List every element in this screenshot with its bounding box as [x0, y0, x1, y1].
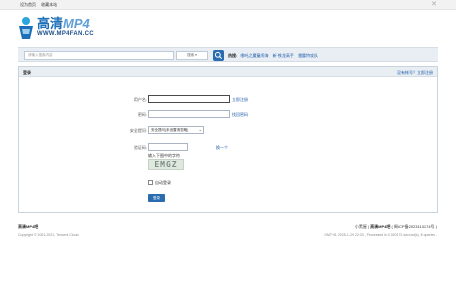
security-question-label: 安全提问:: [129, 128, 147, 133]
bookmark-link[interactable]: 收藏本站: [41, 2, 57, 7]
password-field[interactable]: [148, 110, 230, 118]
icp-link[interactable]: ( 闽ICP备2023113174号 ): [391, 224, 437, 229]
logo-brand: 高清MP4: [37, 16, 90, 31]
top-links: 设为首页 收藏本站: [20, 2, 61, 8]
footer-links: 小黑屋 | 高清MP4吧 ( 闽ICP备2023113174号 ): [354, 224, 437, 229]
footer-left: 高清MP4吧 Copyright © 2001-2021, Tencent Cl…: [18, 224, 79, 237]
footer-stats: GMT+8, 2025-1-29 22:33 , Processed in 0.…: [324, 233, 437, 237]
captcha-input[interactable]: [148, 143, 188, 151]
hot-search-item[interactable]: 哪吒之魔童闹海: [240, 53, 268, 58]
captcha-image[interactable]: EMGZ: [148, 159, 184, 170]
set-home-link[interactable]: 设为首页: [20, 2, 36, 7]
hot-search-item[interactable]: 新·铁龙高手: [273, 53, 294, 58]
close-icon[interactable]: ✕: [431, 0, 437, 9]
site-logo[interactable]: 高清MP4 WWW.MP4FAN.CC: [18, 16, 113, 42]
register-link[interactable]: 没有帐号？立即注册: [397, 70, 433, 76]
blacklist-link[interactable]: 小黑屋: [355, 224, 367, 229]
login-button[interactable]: 登录: [148, 194, 165, 202]
search-input[interactable]: 请输入搜索内容: [24, 51, 174, 60]
footer-site-link[interactable]: 高清MP4吧: [370, 224, 390, 229]
password-label: 密码:: [137, 112, 147, 117]
login-panel: 登录 没有帐号？立即注册 用户名: 立即注册 密码: 找回密码 安全提问: 安全…: [18, 66, 438, 213]
top-bar: 设为首页 收藏本站 ✕: [0, 0, 456, 10]
chevron-down-icon: ⌄: [198, 127, 202, 132]
register-now-link[interactable]: 立即注册: [232, 97, 248, 103]
search-type-select[interactable]: 搜索 ▾: [176, 51, 208, 60]
security-question-select[interactable]: 安全提问(未设置请忽略) ⌄: [148, 126, 204, 134]
auto-login-label[interactable]: 自动登录: [155, 180, 171, 186]
search-bar: 请输入搜索内容 搜索 ▾ 热搜: 哪吒之魔童闹海 新·铁龙高手 雷霆特攻队: [18, 47, 438, 62]
captcha-label: 验证码:: [133, 145, 147, 150]
username-label: 用户名:: [133, 97, 147, 102]
footer-copyright: Copyright © 2001-2021, Tencent Cloud.: [18, 233, 80, 237]
auto-login-checkbox[interactable]: [148, 180, 153, 185]
hot-searches: 热搜: 哪吒之魔童闹海 新·铁龙高手 雷霆特攻队: [228, 53, 321, 59]
footer-right: 小黑屋 | 高清MP4吧 ( 闽ICP备2023113174号 ) GMT+8,…: [324, 224, 437, 237]
forgot-password-link[interactable]: 找回密码: [232, 112, 248, 118]
hot-search-label: 热搜:: [228, 53, 238, 58]
login-panel-header: 登录 没有帐号？立即注册: [19, 67, 437, 77]
hot-search-item[interactable]: 雷霆特攻队: [298, 53, 318, 58]
search-button[interactable]: [213, 50, 224, 61]
footer-site-name[interactable]: 高清MP4吧: [18, 224, 79, 230]
logo-url: WWW.MP4FAN.CC: [37, 31, 94, 37]
search-icon: [214, 51, 222, 59]
panel-title: 登录: [23, 69, 31, 75]
username-field[interactable]: [148, 95, 230, 103]
captcha-refresh-link[interactable]: 换一个: [216, 145, 228, 151]
logo-icon: [19, 17, 33, 39]
